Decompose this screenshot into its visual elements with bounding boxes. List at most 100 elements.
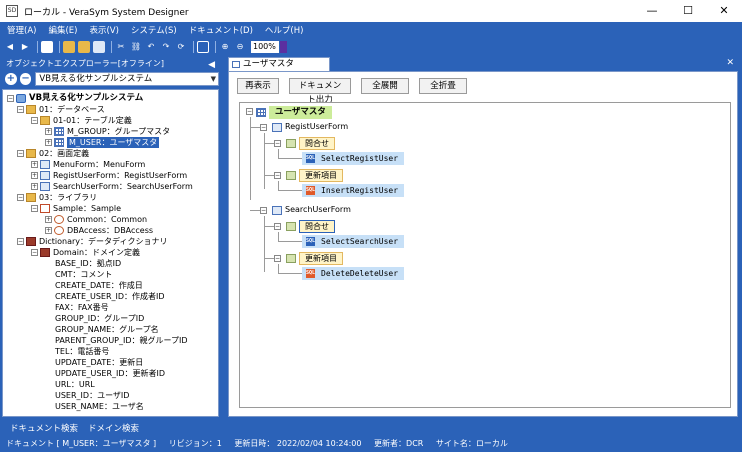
tab-close-icon[interactable]: ✕ (726, 58, 734, 68)
tree-node[interactable]: PARENT_GROUP_ID：親グループID (55, 335, 188, 346)
zoom-level[interactable]: 100% (251, 40, 279, 53)
tree-node[interactable]: GROUP_ID：グループID (55, 313, 144, 324)
tree-node[interactable]: CMT：コメント (55, 269, 112, 280)
expand-icon[interactable]: + (31, 161, 38, 168)
close-button[interactable]: ✕ (706, 0, 742, 22)
collapse-icon[interactable]: − (246, 108, 253, 115)
sql-node[interactable]: SQL SelectRegistUser (302, 151, 405, 165)
refresh-button[interactable]: 再表示 (237, 78, 279, 94)
expand-all-button[interactable]: 全展開 (361, 78, 409, 94)
tree-node[interactable]: − Dictionary：データディクショナリ (17, 236, 167, 247)
collapse-icon[interactable]: − (17, 150, 24, 157)
collapse-all-icon[interactable]: − (19, 73, 32, 85)
forward-arrow-icon[interactable]: ▶ (19, 41, 31, 53)
tree-node[interactable]: + RegistUserForm：RegistUserForm (31, 170, 187, 181)
link-icon[interactable]: ⛓ (130, 41, 142, 53)
expand-icon[interactable]: + (31, 183, 38, 190)
menu-document[interactable]: ドキュメント(D) (184, 24, 258, 36)
expand-icon[interactable]: + (31, 172, 38, 179)
maximize-button[interactable]: ☐ (670, 0, 706, 22)
tab-user-master[interactable]: ユーザマスタ (228, 57, 330, 71)
tree-node[interactable]: − 01：データベース (17, 104, 105, 115)
collapse-icon[interactable]: − (31, 117, 38, 124)
collapse-icon[interactable]: − (274, 223, 281, 230)
tree-node[interactable]: − 01-01：テーブル定義 (31, 115, 132, 126)
document-icon[interactable] (41, 40, 53, 53)
update-node[interactable]: 更新項目 (286, 168, 343, 182)
collapse-all-button[interactable]: 全折畳 (419, 78, 467, 94)
tree-node[interactable]: − VB見える化サンプルシステム (7, 93, 143, 104)
export-document-button[interactable]: ドキュメント出力 (289, 78, 351, 105)
collapse-icon[interactable]: − (17, 238, 24, 245)
expand-icon[interactable]: + (45, 128, 52, 135)
zoom-spinner[interactable] (280, 40, 287, 53)
collapse-icon[interactable]: − (260, 124, 267, 131)
sql-node[interactable]: SQL DeleteDeleteUser (302, 266, 405, 280)
tree-node[interactable]: USER_NAME：ユーザ名 (55, 401, 144, 412)
tree-node[interactable]: GROUP_NAME：グループ名 (55, 324, 159, 335)
cut-icon[interactable]: ✂ (115, 41, 127, 53)
menu-edit[interactable]: 編集(E) (43, 24, 82, 36)
expand-icon[interactable]: + (45, 139, 52, 146)
tab-document-search[interactable]: ドキュメント検索 (10, 422, 78, 434)
menu-view[interactable]: 表示(V) (84, 24, 123, 36)
collapse-icon[interactable]: − (31, 249, 38, 256)
tree-node[interactable]: + SearchUserForm：SearchUserForm (31, 181, 193, 192)
zoom-in-icon[interactable]: ⊕ (219, 41, 231, 53)
collapse-icon[interactable]: − (7, 95, 14, 102)
tree-node[interactable]: + Common：Common (45, 214, 147, 225)
undo-icon[interactable]: ↶ (145, 41, 157, 53)
collapse-icon[interactable]: − (260, 207, 267, 214)
form-node[interactable]: SearchUserForm (272, 204, 351, 216)
expand-icon[interactable]: + (45, 216, 52, 223)
expand-all-icon[interactable]: + (5, 73, 17, 85)
tree-node[interactable]: FAX：FAX番号 (55, 302, 109, 313)
tree-node[interactable]: + DBAccess：DBAccess (45, 225, 153, 236)
menu-system[interactable]: システム(S) (126, 24, 182, 36)
folder-icon[interactable] (78, 40, 90, 53)
sql-node[interactable]: SQL InsertRegistUser (302, 183, 405, 197)
tree-node[interactable]: UPDATE_USER_ID：更新者ID (55, 368, 165, 379)
collapse-icon[interactable]: − (17, 194, 24, 201)
collapse-icon[interactable]: − (274, 172, 281, 179)
tree-node[interactable]: + M_GROUP：グループマスタ (45, 126, 170, 137)
back-arrow-icon[interactable]: ◀ (4, 41, 16, 53)
update-node[interactable]: 更新項目 (286, 251, 343, 265)
tree-node[interactable]: + MenuForm：MenuForm (31, 159, 145, 170)
tree-node[interactable]: − Domain：ドメイン定義 (31, 247, 140, 258)
sql-node[interactable]: SQL SelectSearchUser (302, 234, 405, 248)
redo-icon[interactable]: ↷ (160, 41, 172, 53)
fit-icon[interactable] (197, 40, 209, 53)
collapse-icon[interactable]: − (274, 255, 281, 262)
zoom-out-icon[interactable]: ⊖ (234, 41, 246, 53)
tree-node[interactable]: − 03：ライブラリ (17, 192, 97, 203)
tree-node[interactable]: BASE_ID：拠点ID (55, 258, 121, 269)
sql-icon: SQL (306, 268, 316, 278)
query-node[interactable]: 問合せ (286, 136, 335, 150)
tree-node[interactable]: CREATE_USER_ID：作成者ID (55, 291, 165, 302)
query-node[interactable]: 問合せ (286, 219, 335, 233)
menu-manage[interactable]: 管理(A) (2, 24, 41, 36)
tab-domain-search[interactable]: ドメイン検索 (88, 422, 139, 434)
monitor-icon[interactable] (93, 40, 105, 53)
tree-node[interactable]: + M_USER：ユーザマスタ (45, 137, 160, 148)
tree-node[interactable]: − 02：画面定義 (17, 148, 89, 159)
tree-node[interactable]: URL：URL (55, 379, 95, 390)
root-node[interactable]: ユーザマスタ (256, 105, 332, 119)
tree-node[interactable]: CREATE_DATE：作成日 (55, 280, 143, 291)
system-select[interactable]: VB見える化サンプルシステム ▼ (35, 72, 219, 86)
tree-node[interactable]: TEL：電話番号 (55, 346, 109, 357)
form-node[interactable]: RegistUserForm (272, 121, 348, 133)
collapse-icon[interactable]: − (274, 140, 281, 147)
collapse-icon[interactable]: ◀ (208, 58, 215, 72)
tree-node[interactable]: UPDATE_DATE：更新日 (55, 357, 143, 368)
minimize-button[interactable]: — (634, 0, 670, 22)
expand-icon[interactable]: + (45, 227, 52, 234)
tree-node[interactable]: USER_ID：ユーザID (55, 390, 129, 401)
menu-help[interactable]: ヘルプ(H) (260, 24, 309, 36)
collapse-icon[interactable]: − (31, 205, 38, 212)
refresh-icon[interactable]: ⟳ (175, 41, 187, 53)
tree-node[interactable]: − Sample：Sample (31, 203, 121, 214)
open-folder-icon[interactable] (63, 40, 75, 53)
collapse-icon[interactable]: − (17, 106, 24, 113)
